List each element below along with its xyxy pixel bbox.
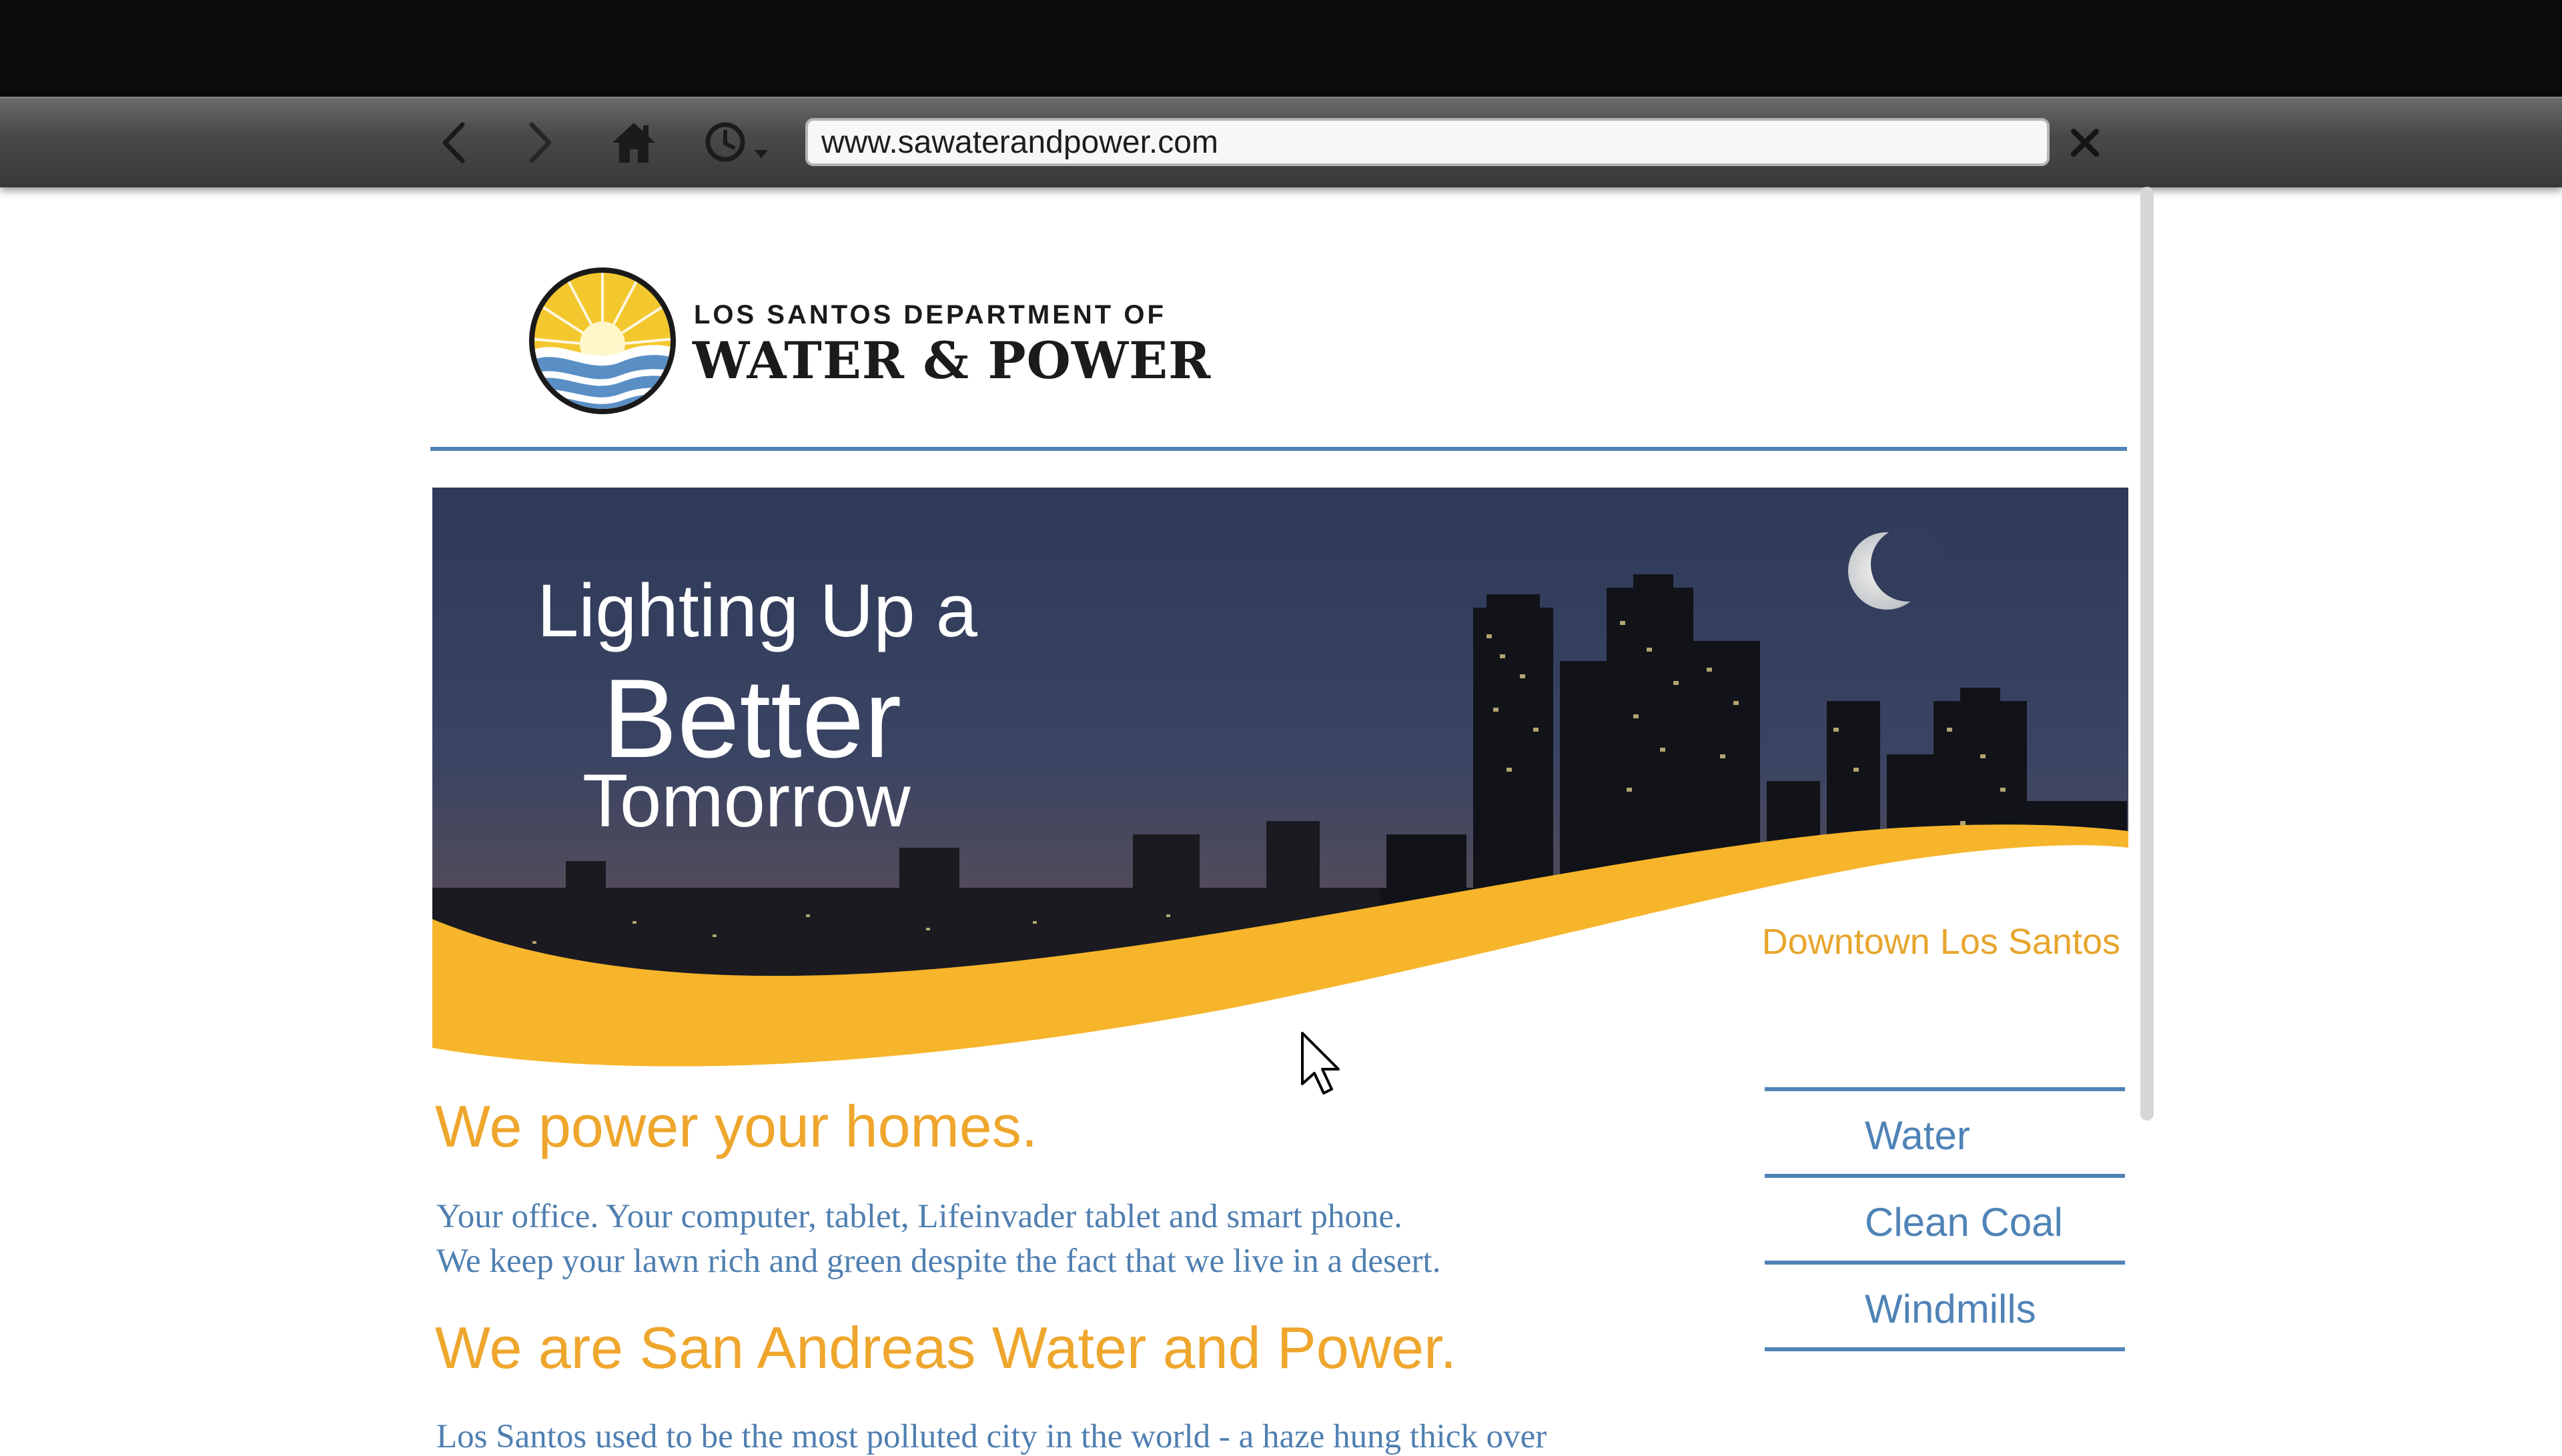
chevron-left-icon <box>442 122 465 163</box>
home-button[interactable] <box>607 113 661 173</box>
logo-line-water-power: WATER & POWER <box>693 331 1212 390</box>
sidebar-divider <box>1765 1261 2125 1265</box>
banner-caption: Downtown Los Santos <box>1761 922 2120 962</box>
sidebar-link-windmills[interactable]: Windmills <box>1865 1286 2036 1332</box>
paragraph-line: Los Santos used to be the most polluted … <box>436 1418 1547 1455</box>
hero-banner: Lighting Up a Better Tomorrow Downtown L… <box>432 488 2128 1088</box>
heading-power-homes: We power your homes. <box>435 1093 1038 1159</box>
paragraph-line: Your office. Your computer, tablet, Life… <box>436 1198 1402 1235</box>
history-button[interactable] <box>701 113 774 173</box>
top-black-bar <box>0 0 2562 97</box>
site-logo[interactable]: LOS SANTOS DEPARTMENT OF WATER & POWER <box>527 265 1210 419</box>
forward-button[interactable] <box>517 113 564 173</box>
sidebar-divider <box>1765 1174 2125 1178</box>
sidebar-divider <box>1765 1087 2125 1091</box>
home-icon <box>612 123 655 163</box>
chevron-right-icon <box>529 122 552 163</box>
heading-san-andreas: We are San Andreas Water and Power. <box>435 1315 1457 1381</box>
logo-line-department: LOS SANTOS DEPARTMENT OF <box>694 300 1166 329</box>
sidebar-link-water[interactable]: Water <box>1865 1113 1970 1159</box>
sun-wave-logo-icon <box>529 267 676 414</box>
banner-title-line3: Tomorrow <box>582 759 911 842</box>
close-tab-button[interactable] <box>2065 113 2105 173</box>
page-scrollbar[interactable] <box>2140 187 2154 1121</box>
address-bar[interactable]: www.sawaterandpower.com <box>805 118 2050 166</box>
clock-icon <box>705 122 768 162</box>
browser-toolbar: www.sawaterandpower.com <box>0 97 2562 187</box>
paragraph-line: We keep your lawn rich and green despite… <box>436 1243 1441 1280</box>
close-icon <box>2071 129 2099 157</box>
header-divider <box>430 447 2127 451</box>
url-text: www.sawaterandpower.com <box>821 124 1218 160</box>
mouse-pointer-icon <box>1301 1032 1340 1095</box>
sidebar-divider <box>1765 1347 2125 1351</box>
banner-title-line1: Lighting Up a <box>537 569 978 652</box>
back-button[interactable] <box>430 113 477 173</box>
sidebar-link-clean-coal[interactable]: Clean Coal <box>1865 1199 2063 1245</box>
